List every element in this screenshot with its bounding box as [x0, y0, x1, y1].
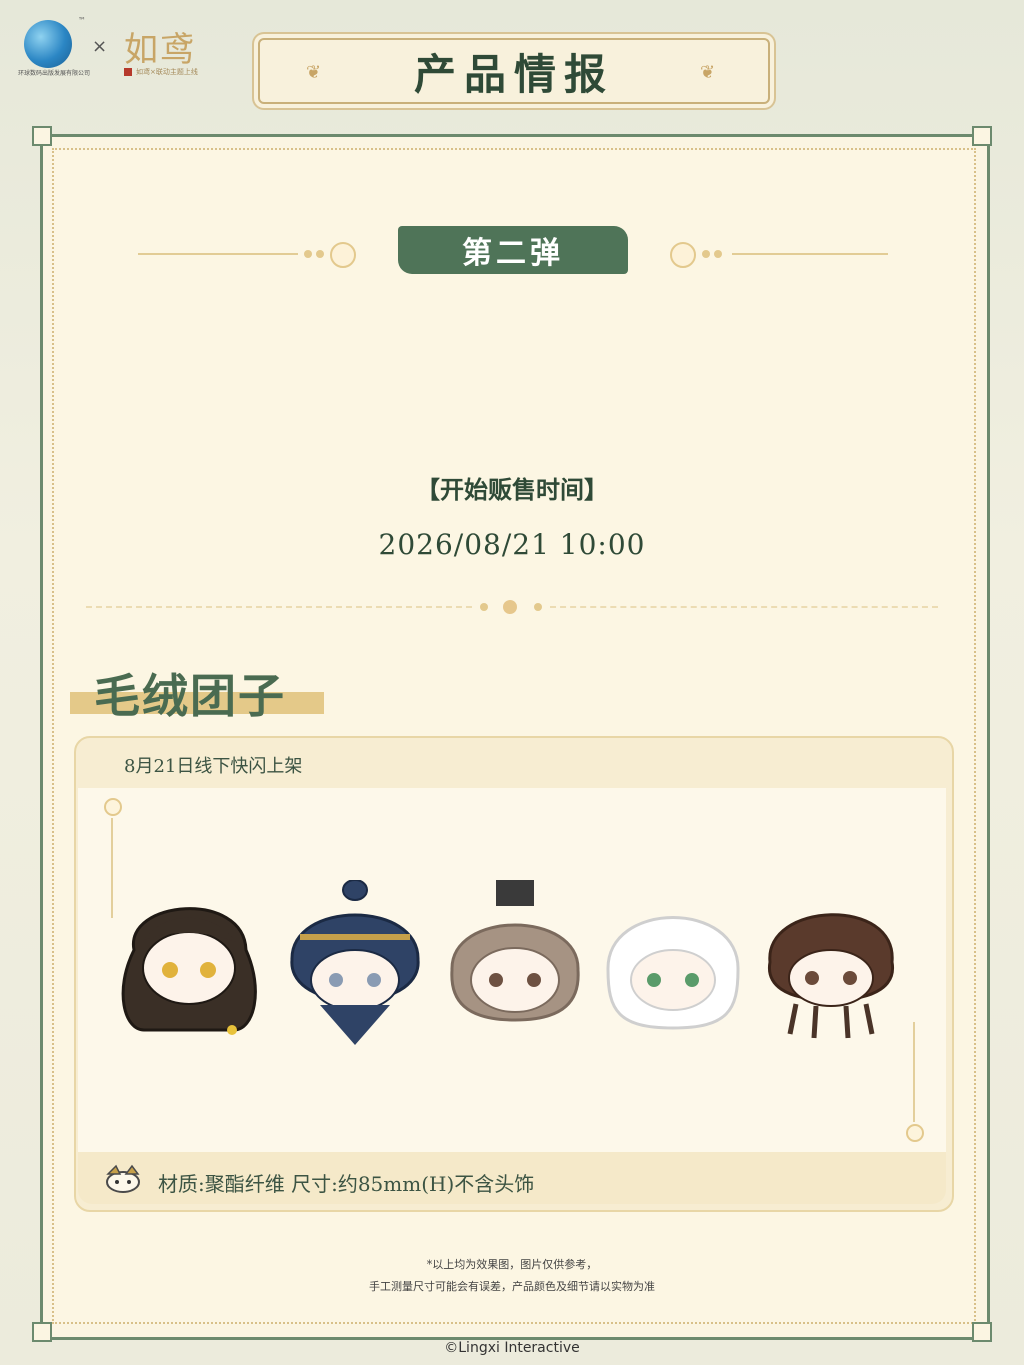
product-title: 毛绒团子 [94, 669, 286, 723]
copyright-text: ©Lingxi Interactive [444, 1340, 580, 1356]
ornament-line [111, 818, 113, 918]
publisher-name: 环球数码出版发展有限公司 [18, 70, 91, 77]
ornament-dot [316, 250, 324, 258]
sale-time-heading: 【开始贩售时间】 [416, 475, 608, 504]
page-title: 产品情报 [413, 49, 614, 99]
brand-subtitle: 如鸢×联动主题上线 [136, 68, 198, 76]
section-tag-label: 第二弹 [462, 236, 564, 271]
release-note: 8月21日线下快闪上架 [124, 756, 303, 777]
plush-image-1 [121, 907, 257, 1035]
sale-time-value: 2026/08/21 10:00 [378, 528, 646, 561]
flower-ornament-icon [670, 242, 696, 268]
plush-image-3 [450, 880, 580, 1022]
leaf-ornament-icon: ❦ [700, 62, 716, 83]
disclaimer-line-1: *以上均为效果图，图片仅供参考， [426, 1258, 598, 1271]
plush-accent [787, 1003, 875, 1039]
ornament-dot [503, 600, 517, 614]
ornament-dot [534, 603, 542, 611]
plush-accent [300, 934, 410, 940]
flower-ornament-icon [906, 1124, 924, 1142]
disclaimer-line-2: 手工测量尺寸可能会有误差，产品颜色及细节请以实物为准 [369, 1280, 655, 1293]
brand-logo: 如鸢 [124, 30, 196, 70]
publisher-logo-icon [24, 20, 72, 68]
flower-ornament-icon [330, 242, 356, 268]
corner-ornament-icon [32, 1322, 52, 1342]
product-spec-text: 材质:聚酯纤维 尺寸:约85mm(H)不含头饰 [158, 1172, 535, 1196]
ornament-dot [702, 250, 710, 258]
plush-eye [527, 973, 541, 987]
plush-eye [843, 971, 857, 985]
seal-icon [124, 68, 132, 76]
plush-eye [367, 973, 381, 987]
plush-eye [805, 971, 819, 985]
corner-ornament-icon [972, 1322, 992, 1342]
ornament-dot [714, 250, 722, 258]
divider-line [732, 253, 888, 255]
dashed-divider [86, 606, 472, 608]
flower-ornament-icon [104, 798, 122, 816]
plush-eye [329, 973, 343, 987]
section-tag: 第二弹 [398, 226, 628, 274]
collab-times-symbol: × [92, 36, 108, 57]
plush-accent [496, 880, 534, 906]
plush-image-4 [606, 916, 740, 1030]
plush-eye [647, 973, 661, 987]
dashed-divider [550, 606, 938, 608]
ornament-line [913, 1022, 915, 1122]
plush-accent [227, 1025, 237, 1035]
divider-line [138, 253, 298, 255]
plush-eye [162, 962, 178, 978]
plush-eye [489, 973, 503, 987]
plush-image-5 [767, 913, 895, 1039]
ornament-dot [304, 250, 312, 258]
plush-eye [685, 973, 699, 987]
plush-eye [200, 962, 216, 978]
ornament-dot [480, 603, 488, 611]
title-plate: 产品情报 [258, 38, 770, 104]
plush-hair [342, 880, 368, 901]
mascot-icon [106, 1164, 140, 1193]
leaf-ornament-icon: ❦ [306, 62, 322, 83]
corner-ornament-icon [972, 126, 992, 146]
plush-image-2 [290, 880, 420, 1045]
trademark-symbol: ™ [78, 16, 86, 25]
corner-ornament-icon [32, 126, 52, 146]
plush-hair [320, 1005, 390, 1045]
